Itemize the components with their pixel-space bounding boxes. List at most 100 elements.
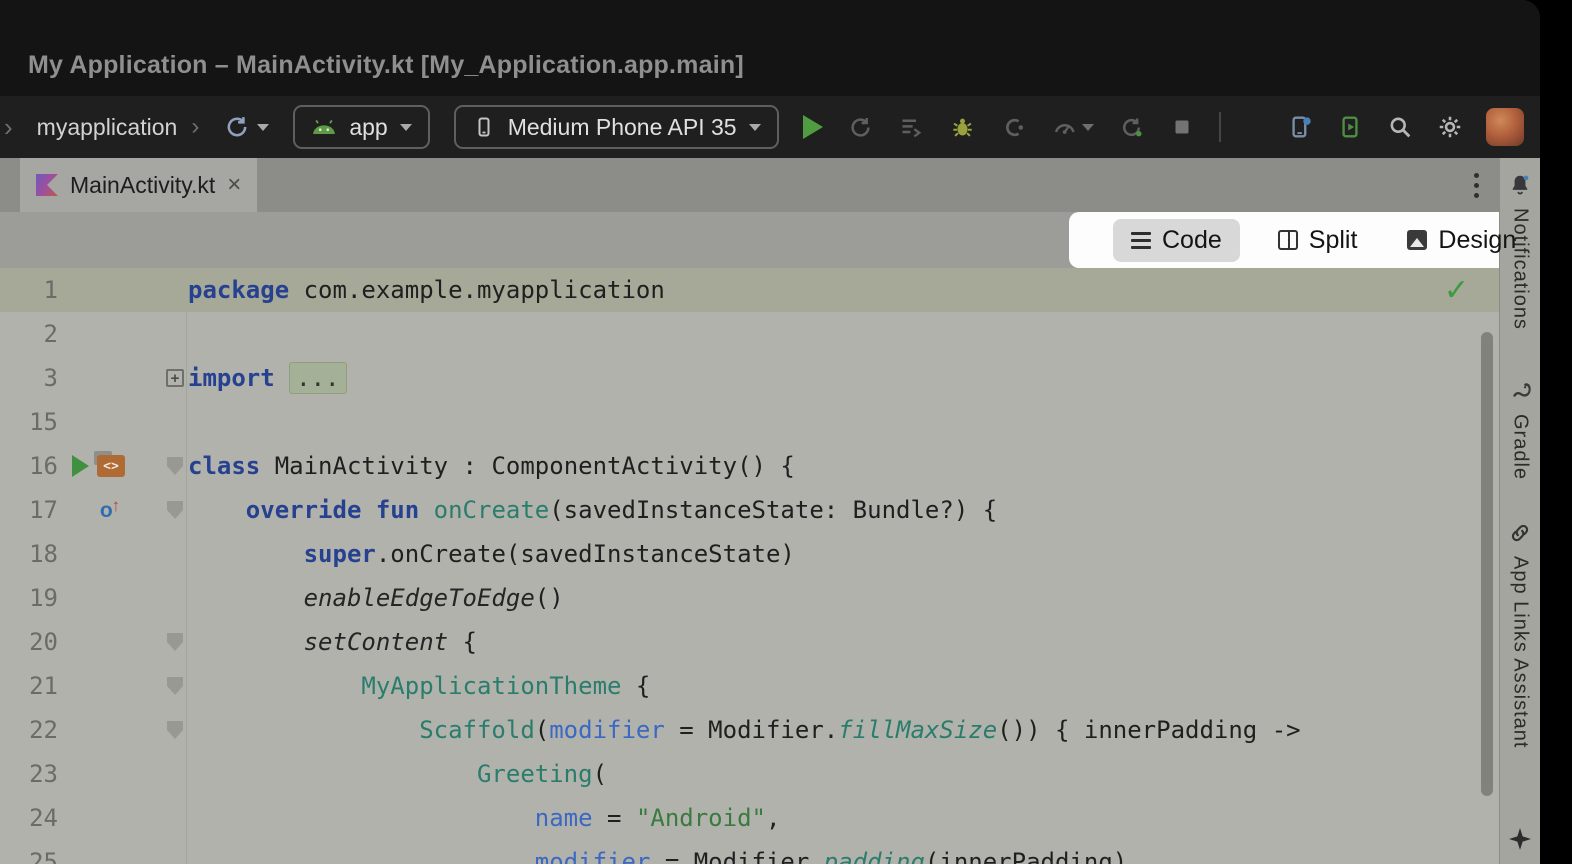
- mode-split-label: Split: [1309, 226, 1358, 255]
- editor-tab-bar: MainActivity.kt ×: [0, 158, 1499, 212]
- tool-button-ai-assistant[interactable]: [1509, 828, 1531, 850]
- android-icon: [311, 118, 337, 136]
- line-number: 23: [0, 760, 58, 788]
- line-number: 18: [0, 540, 58, 568]
- chevron-down-icon: [1082, 124, 1094, 131]
- fold-chevron-icon[interactable]: [167, 677, 183, 695]
- code-line[interactable]: 18 super.onCreate(savedInstanceState): [0, 532, 1499, 576]
- code-line[interactable]: 22 Scaffold(modifier = Modifier.fillMaxS…: [0, 708, 1499, 752]
- run-with-coverage-button[interactable]: [898, 114, 925, 141]
- attach-debugger-button[interactable]: [1000, 114, 1027, 141]
- running-devices-button[interactable]: [1336, 113, 1364, 141]
- code-line-text: modifier = Modifier.padding(innerPadding…: [188, 840, 1127, 864]
- code-editor[interactable]: 1package com.example.myapplication23+imp…: [0, 268, 1499, 864]
- mode-code-label: Code: [1162, 226, 1222, 255]
- device-manager-button[interactable]: [1286, 113, 1314, 141]
- inspections-ok-icon: ✓: [1444, 273, 1469, 308]
- code-line-text: override fun onCreate(savedInstanceState…: [188, 488, 997, 532]
- gutter-icons: o↑: [58, 500, 162, 521]
- fold-column: [162, 721, 188, 739]
- tool-label-gradle: Gradle: [1509, 414, 1532, 480]
- project-breadcrumb[interactable]: myapplication: [37, 114, 178, 141]
- split-mode-icon: [1278, 230, 1298, 250]
- editor-scrollbar[interactable]: [1481, 332, 1493, 796]
- sparkle-icon: [1509, 828, 1531, 850]
- run-button[interactable]: [803, 115, 823, 139]
- code-line-text: import ...: [188, 356, 347, 400]
- chevron-right-icon: ›: [191, 113, 199, 141]
- chevron-down-icon: [257, 124, 269, 131]
- device-selector[interactable]: Medium Phone API 35: [454, 105, 779, 149]
- run-config-selector[interactable]: app: [293, 105, 429, 149]
- gradle-sync-button[interactable]: [223, 113, 269, 141]
- fold-chevron-icon[interactable]: [167, 457, 183, 475]
- overriding-method-icon[interactable]: o↑: [100, 500, 120, 521]
- code-line-text: setContent {: [188, 620, 477, 664]
- mode-code-button[interactable]: Code: [1113, 219, 1240, 262]
- tab-mainactivity[interactable]: MainActivity.kt ×: [20, 158, 257, 212]
- profiler-button[interactable]: [1051, 114, 1094, 141]
- device-icon: [472, 114, 496, 140]
- compose-preview-icon[interactable]: <>: [97, 455, 125, 477]
- code-line[interactable]: 3+import ...: [0, 356, 1499, 400]
- code-line-text: class MainActivity : ComponentActivity()…: [188, 444, 795, 488]
- kotlin-file-icon: [36, 174, 58, 196]
- window-title: My Application – MainActivity.kt [My_App…: [28, 51, 744, 80]
- editor-mode-bar: Code Split Design: [0, 212, 1499, 268]
- search-button[interactable]: [1386, 113, 1414, 141]
- rerun-button[interactable]: [847, 114, 874, 141]
- profiler-gauge-icon: [1051, 114, 1078, 141]
- code-line-text: package com.example.myapplication: [188, 268, 665, 312]
- code-line[interactable]: 1package com.example.myapplication: [0, 268, 1499, 312]
- code-rows: 1package com.example.myapplication23+imp…: [0, 268, 1499, 864]
- code-line[interactable]: 20 setContent {: [0, 620, 1499, 664]
- toolbar-right-cluster: [1286, 108, 1524, 146]
- code-line[interactable]: 24 name = "Android",: [0, 796, 1499, 840]
- fold-column: [162, 633, 188, 651]
- line-number: 19: [0, 584, 58, 612]
- code-line[interactable]: 25 modifier = Modifier.padding(innerPadd…: [0, 840, 1499, 864]
- apply-changes-button[interactable]: [1118, 114, 1145, 141]
- run-config-label: app: [349, 114, 387, 141]
- ide-window: My Application – MainActivity.kt [My_App…: [0, 0, 1540, 864]
- fold-column: +: [162, 369, 188, 387]
- code-line[interactable]: 17 o↑ override fun onCreate(savedInstance…: [0, 488, 1499, 532]
- mode-design-button[interactable]: Design: [1395, 219, 1528, 262]
- line-number: 16: [0, 452, 58, 480]
- code-line[interactable]: 16 <> class MainActivity : ComponentActivi…: [0, 444, 1499, 488]
- user-avatar[interactable]: [1486, 108, 1524, 146]
- code-line[interactable]: 19 enableEdgeToEdge(): [0, 576, 1499, 620]
- fold-chevron-icon[interactable]: [167, 633, 183, 651]
- line-number: 25: [0, 848, 58, 864]
- gradle-elephant-icon: [1506, 376, 1534, 404]
- line-number: 24: [0, 804, 58, 832]
- title-bar: My Application – MainActivity.kt [My_App…: [0, 0, 1540, 96]
- toolbar-separator: [1219, 112, 1221, 142]
- tab-close-icon[interactable]: ×: [227, 173, 241, 197]
- tool-button-gradle[interactable]: Gradle: [1506, 376, 1534, 480]
- debug-button[interactable]: [949, 114, 976, 141]
- mode-design-label: Design: [1438, 226, 1516, 255]
- code-line-text: Scaffold(modifier = Modifier.fillMaxSize…: [188, 708, 1301, 752]
- code-line[interactable]: 21 MyApplicationTheme {: [0, 664, 1499, 708]
- code-line-text: super.onCreate(savedInstanceState): [188, 532, 795, 576]
- settings-gear-button[interactable]: [1436, 113, 1464, 141]
- line-number: 17: [0, 496, 58, 524]
- tab-options-kebab-icon[interactable]: [1468, 167, 1485, 204]
- tool-button-app-links[interactable]: App Links Assistant: [1507, 520, 1533, 748]
- bell-icon: [1507, 172, 1533, 198]
- device-selector-label: Medium Phone API 35: [508, 114, 737, 141]
- code-line-text: name = "Android",: [188, 796, 780, 840]
- fold-chevron-icon[interactable]: [167, 501, 183, 519]
- code-line[interactable]: 23 Greeting(: [0, 752, 1499, 796]
- run-class-icon[interactable]: [72, 455, 89, 477]
- fold-expand-icon[interactable]: +: [166, 369, 184, 387]
- fold-chevron-icon[interactable]: [167, 721, 183, 739]
- stop-button[interactable]: [1169, 114, 1195, 140]
- code-line[interactable]: 2: [0, 312, 1499, 356]
- code-line[interactable]: 15: [0, 400, 1499, 444]
- mode-split-button[interactable]: Split: [1266, 219, 1370, 262]
- code-mode-icon: [1131, 232, 1151, 249]
- tab-label: MainActivity.kt: [70, 172, 215, 199]
- chevron-down-icon: [749, 124, 761, 131]
